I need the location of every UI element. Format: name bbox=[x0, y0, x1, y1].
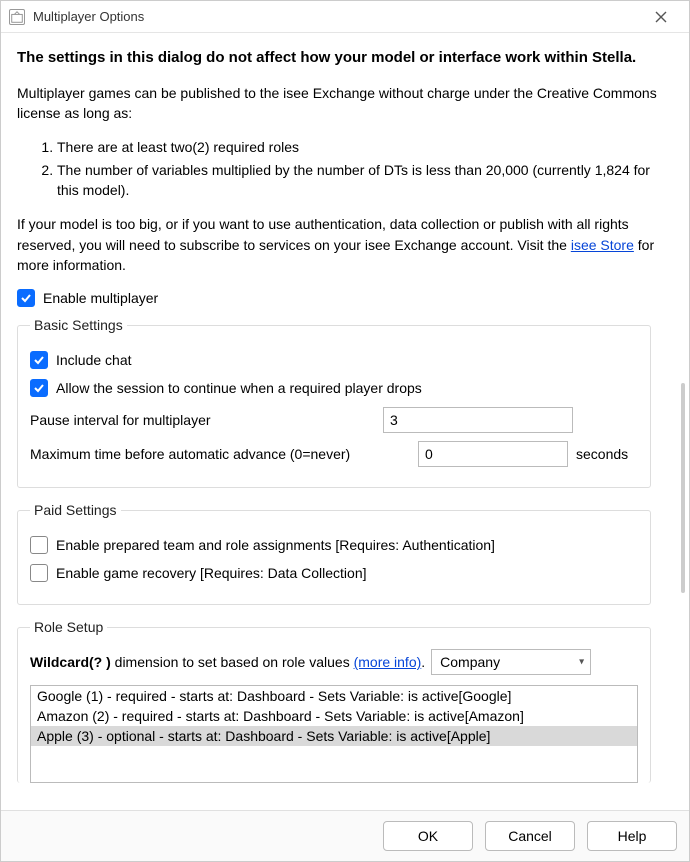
role-list-item[interactable]: Google (1) - required - starts at: Dashb… bbox=[31, 686, 637, 706]
isee-store-link[interactable]: isee Store bbox=[571, 237, 634, 253]
wildcard-bold: Wildcard(? ) bbox=[30, 654, 111, 670]
max-time-label: Maximum time before automatic advance (0… bbox=[30, 446, 410, 462]
wildcard-text: dimension to set based on role values bbox=[111, 654, 354, 670]
app-icon bbox=[9, 9, 25, 25]
intro-p2: If your model is too big, or if you want… bbox=[17, 214, 673, 275]
game-recovery-label: Enable game recovery [Requires: Data Col… bbox=[56, 565, 367, 581]
window-title: Multiplayer Options bbox=[33, 9, 641, 24]
pause-interval-input[interactable] bbox=[383, 407, 573, 433]
paid-legend: Paid Settings bbox=[30, 502, 121, 518]
intro-li1: There are at least two(2) required roles bbox=[57, 137, 673, 157]
intro-bold: The settings in this dialog do not affec… bbox=[17, 47, 673, 69]
close-button[interactable] bbox=[641, 3, 681, 31]
titlebar: Multiplayer Options bbox=[1, 1, 689, 33]
intro-text: The settings in this dialog do not affec… bbox=[17, 47, 673, 275]
ok-button[interactable]: OK bbox=[383, 821, 473, 851]
wildcard-more-info-link[interactable]: (more info) bbox=[354, 654, 422, 670]
role-list-item[interactable]: Amazon (2) - required - starts at: Dashb… bbox=[31, 706, 637, 726]
max-time-input[interactable] bbox=[418, 441, 568, 467]
max-time-unit: seconds bbox=[576, 446, 628, 462]
include-chat-checkbox[interactable] bbox=[30, 351, 48, 369]
continue-on-drop-checkbox[interactable] bbox=[30, 379, 48, 397]
basic-settings-group: Basic Settings Include chat Allow the se… bbox=[17, 317, 651, 488]
paid-settings-group: Paid Settings Enable prepared team and r… bbox=[17, 502, 651, 605]
cancel-button[interactable]: Cancel bbox=[485, 821, 575, 851]
roles-listbox[interactable]: Google (1) - required - starts at: Dashb… bbox=[30, 685, 638, 783]
dimension-selected-value: Company bbox=[440, 654, 500, 670]
scrollbar-thumb[interactable] bbox=[681, 383, 685, 593]
pause-interval-label: Pause interval for multiplayer bbox=[30, 412, 375, 428]
dimension-select[interactable]: Company ▾ bbox=[431, 649, 591, 675]
enable-multiplayer-checkbox[interactable] bbox=[17, 289, 35, 307]
team-assign-checkbox[interactable] bbox=[30, 536, 48, 554]
basic-legend: Basic Settings bbox=[30, 317, 127, 333]
role-legend: Role Setup bbox=[30, 619, 107, 635]
help-button[interactable]: Help bbox=[587, 821, 677, 851]
chevron-down-icon: ▾ bbox=[579, 657, 584, 668]
enable-multiplayer-label: Enable multiplayer bbox=[43, 290, 158, 306]
role-setup-group: Role Setup Wildcard(? ) dimension to set… bbox=[17, 619, 651, 783]
dialog-footer: OK Cancel Help bbox=[1, 810, 689, 861]
include-chat-label: Include chat bbox=[56, 352, 132, 368]
team-assign-label: Enable prepared team and role assignment… bbox=[56, 537, 495, 553]
game-recovery-checkbox[interactable] bbox=[30, 564, 48, 582]
intro-p1: Multiplayer games can be published to th… bbox=[17, 83, 673, 124]
continue-on-drop-label: Allow the session to continue when a req… bbox=[56, 380, 422, 396]
intro-li2: The number of variables multiplied by th… bbox=[57, 160, 673, 201]
role-list-item[interactable]: Apple (3) - optional - starts at: Dashbo… bbox=[31, 726, 637, 746]
